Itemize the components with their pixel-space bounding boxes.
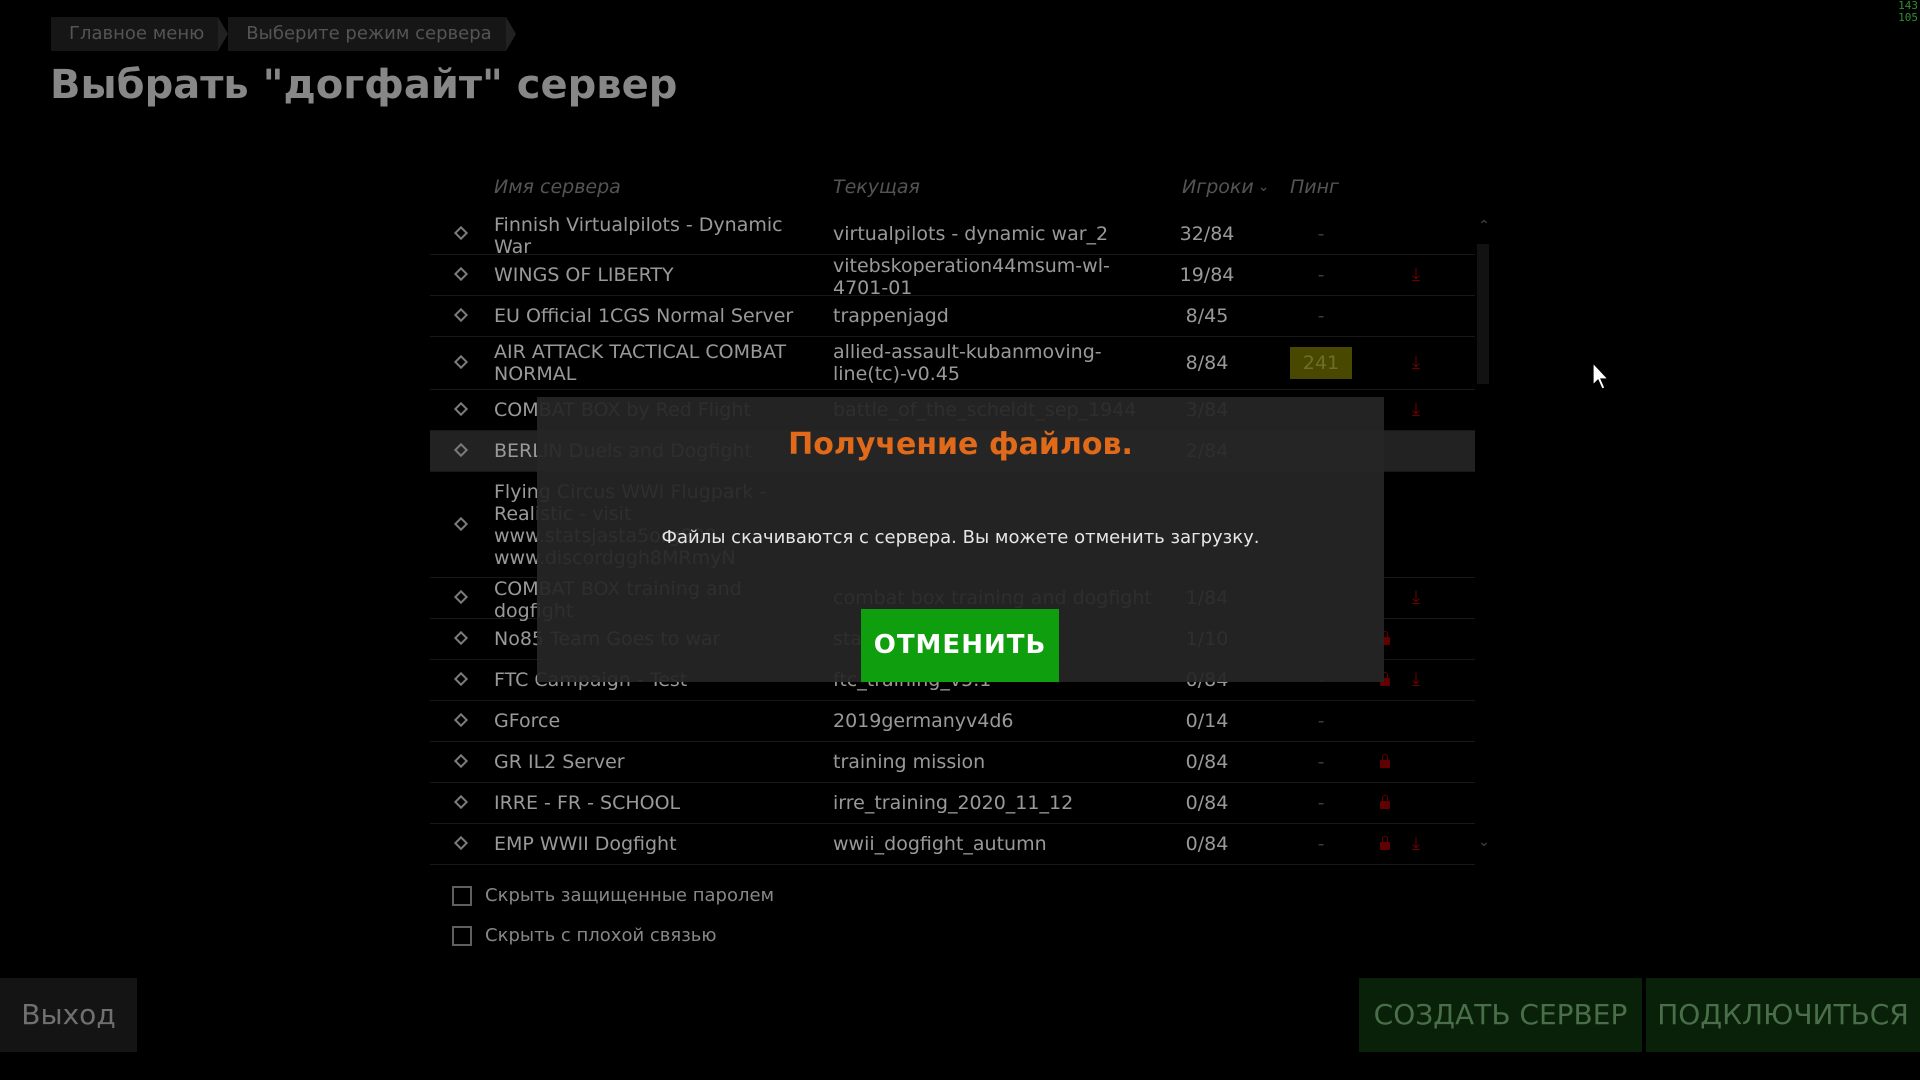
server-browser-screen: Главное меню Выберите режим сервера Выбр…: [0, 0, 1920, 1080]
mouse-cursor-icon: [1592, 361, 1610, 390]
dialog-message: Файлы скачиваются с сервера. Вы можете о…: [661, 527, 1260, 548]
download-files-dialog: Получение файлов. Файлы скачиваются с се…: [537, 397, 1384, 682]
cancel-button[interactable]: ОТМЕНИТЬ: [861, 609, 1059, 682]
dialog-title: Получение файлов.: [788, 427, 1133, 462]
